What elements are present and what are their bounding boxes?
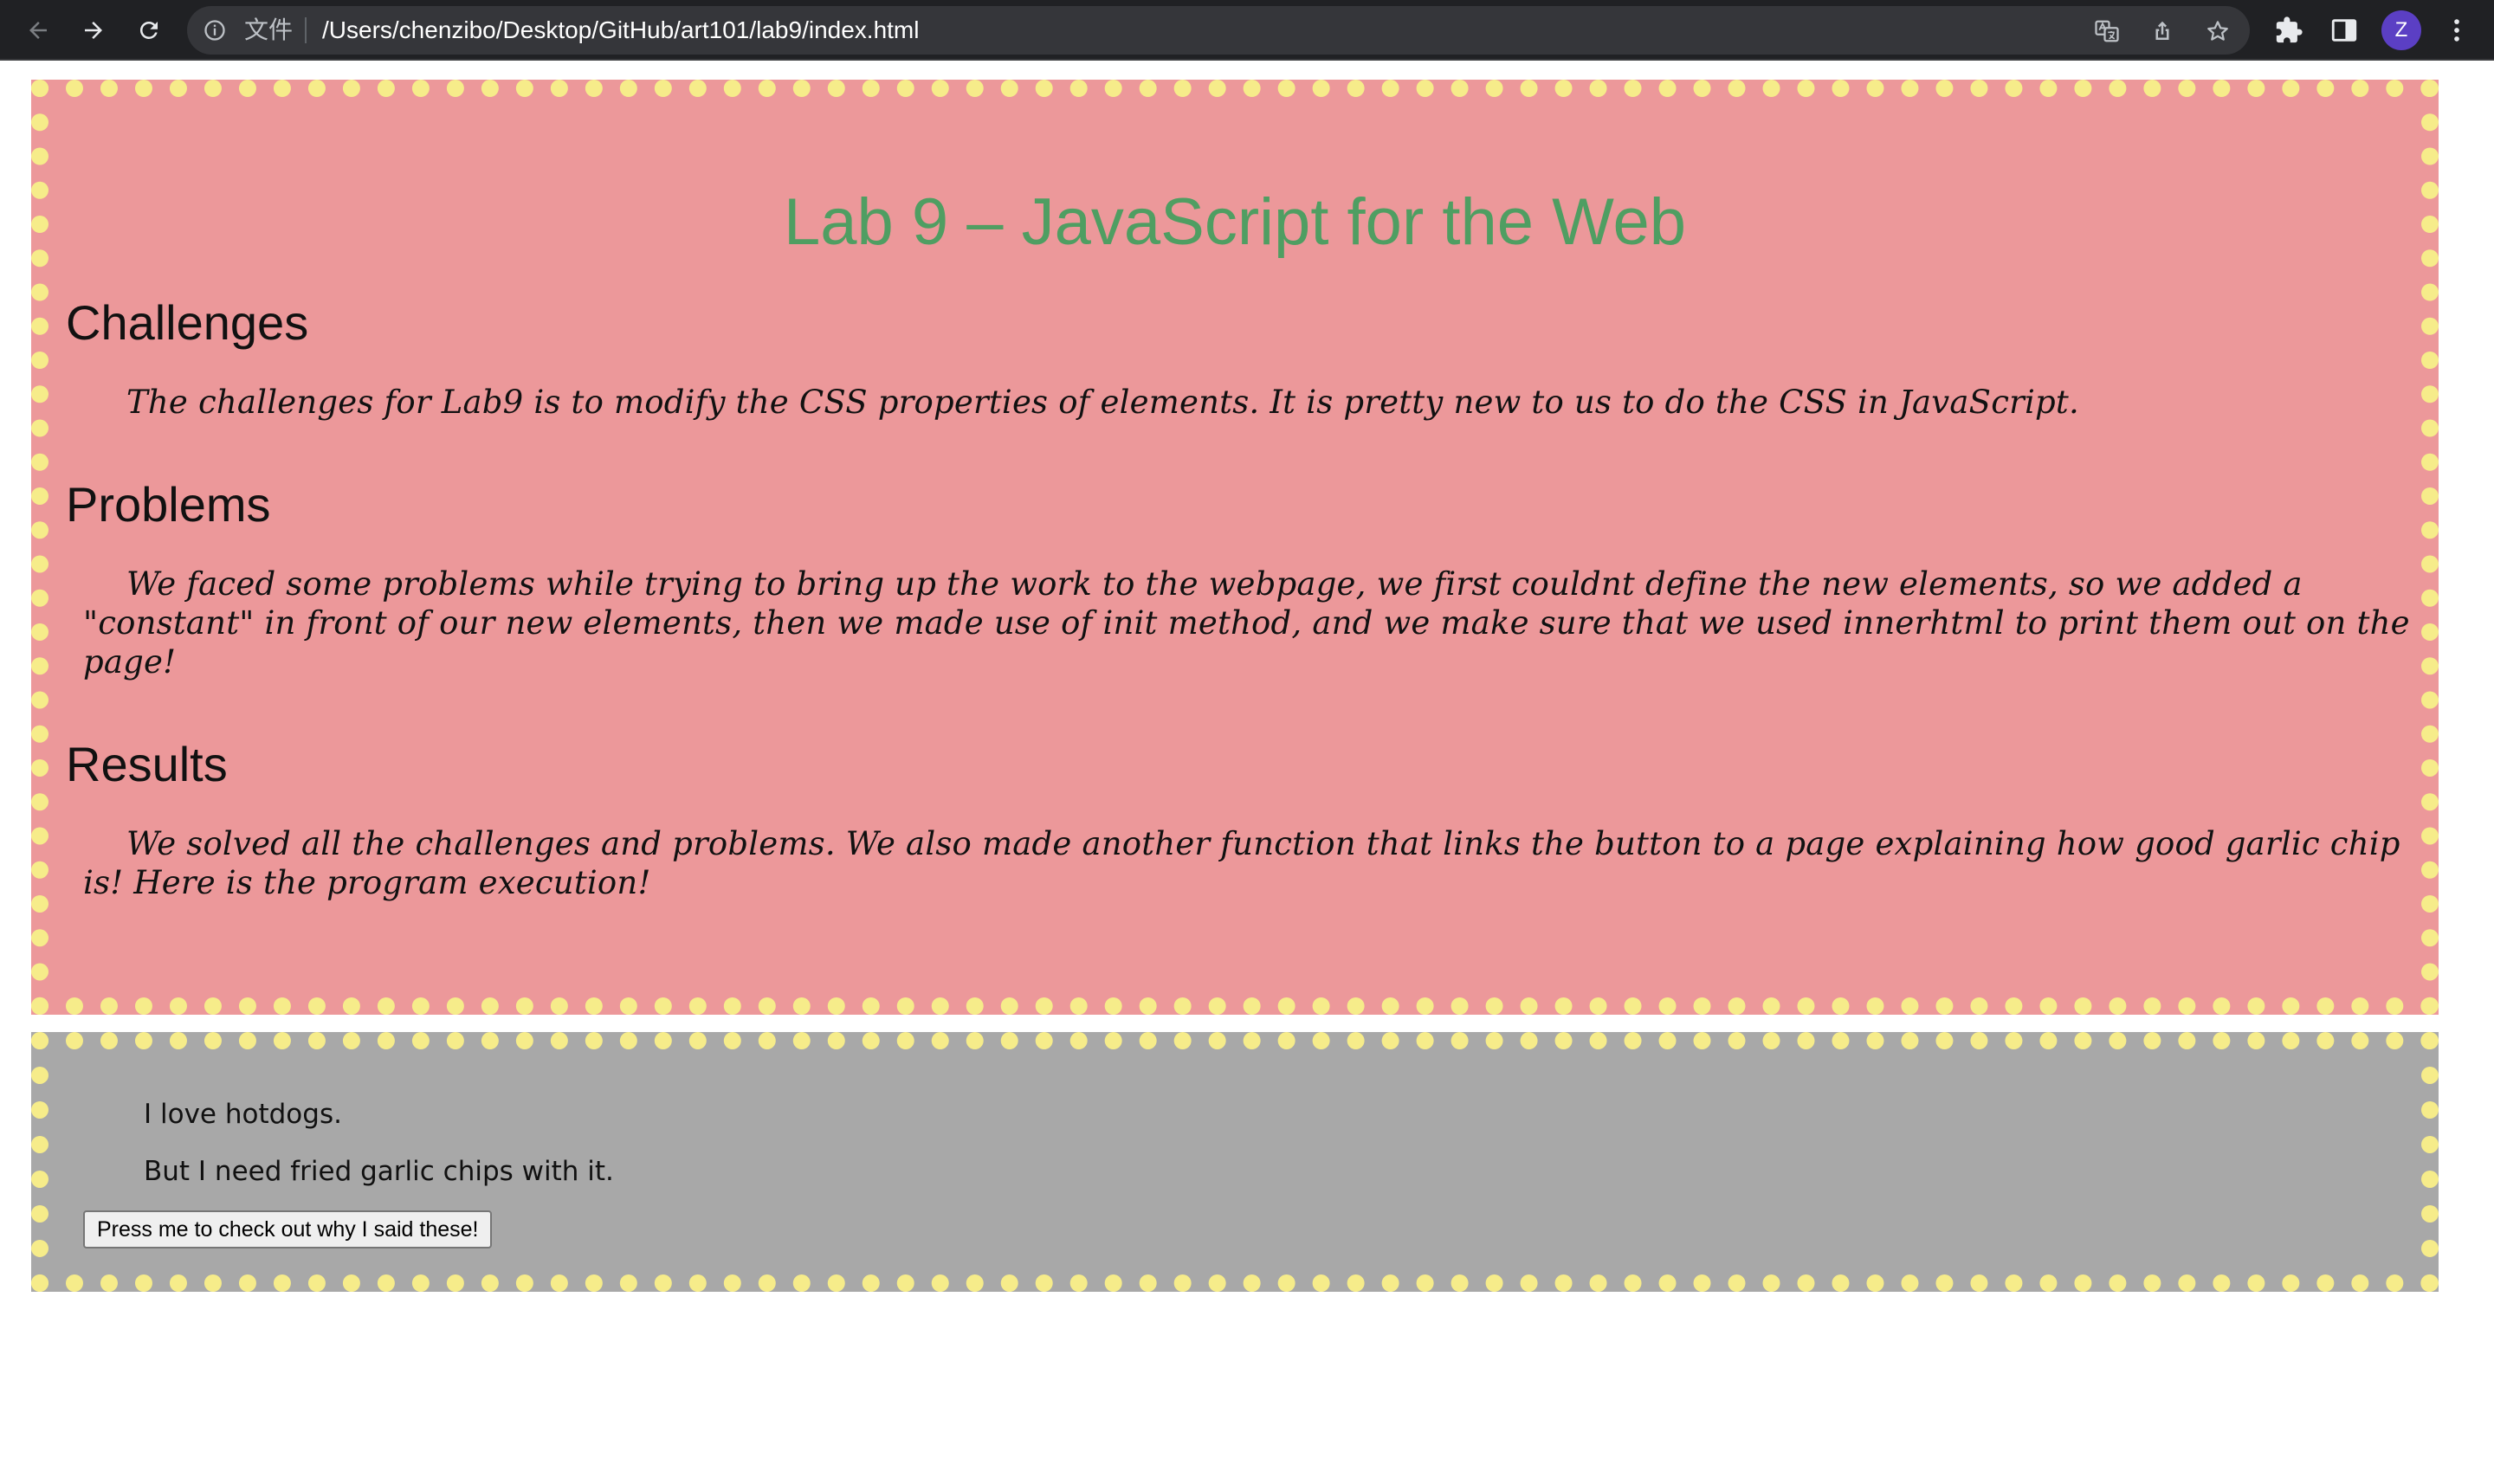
url-text[interactable]: /Users/chenzibo/Desktop/GitHub/art101/la… [322,16,919,44]
challenges-text: The challenges for Lab9 is to modify the… [126,384,2079,421]
page-title: Lab 9 – JavaScript for the Web [783,185,1687,259]
output-line-1: I love hotdogs. [144,1099,342,1130]
problems-text: We faced some problems while trying to b… [83,565,2410,681]
puzzle-icon[interactable] [2274,16,2303,45]
forward-button[interactable] [76,13,111,48]
translate-icon[interactable] [2094,18,2120,44]
back-button[interactable] [21,13,55,48]
avatar[interactable]: Z [2381,10,2421,50]
reload-icon [139,21,158,39]
output-box: I love hotdogs. But I need fried garlic … [31,1032,2439,1292]
results-heading: Results [66,737,228,791]
browser-toolbar: 文件 /Users/chenzibo/Desktop/GitHub/art101… [0,0,2494,61]
main-content-box: Lab 9 – JavaScript for the Web Challenge… [31,80,2439,1015]
arrow-right-icon [85,22,102,39]
garlic-chip-button[interactable]: Press me to check out why I said these! [83,1210,493,1248]
scheme-label: 文件 [244,16,294,44]
problems-heading: Problems [66,477,271,532]
kebab-menu-icon[interactable] [2442,16,2471,45]
page-content: Lab 9 – JavaScript for the Web Challenge… [0,62,2494,1484]
output-line-2: But I need fried garlic chips with it. [144,1156,614,1187]
challenges-heading: Challenges [66,295,309,350]
arrow-left-icon [29,22,47,39]
info-icon[interactable] [203,18,227,42]
address-separator [305,17,307,43]
share-icon[interactable] [2149,18,2175,44]
star-icon[interactable] [2205,18,2231,44]
reload-button[interactable] [132,13,166,48]
address-bar[interactable]: 文件 /Users/chenzibo/Desktop/GitHub/art101… [187,6,2250,55]
results-text: We solved all the challenges and problem… [83,825,2400,901]
side-panel-icon[interactable] [2329,16,2359,45]
